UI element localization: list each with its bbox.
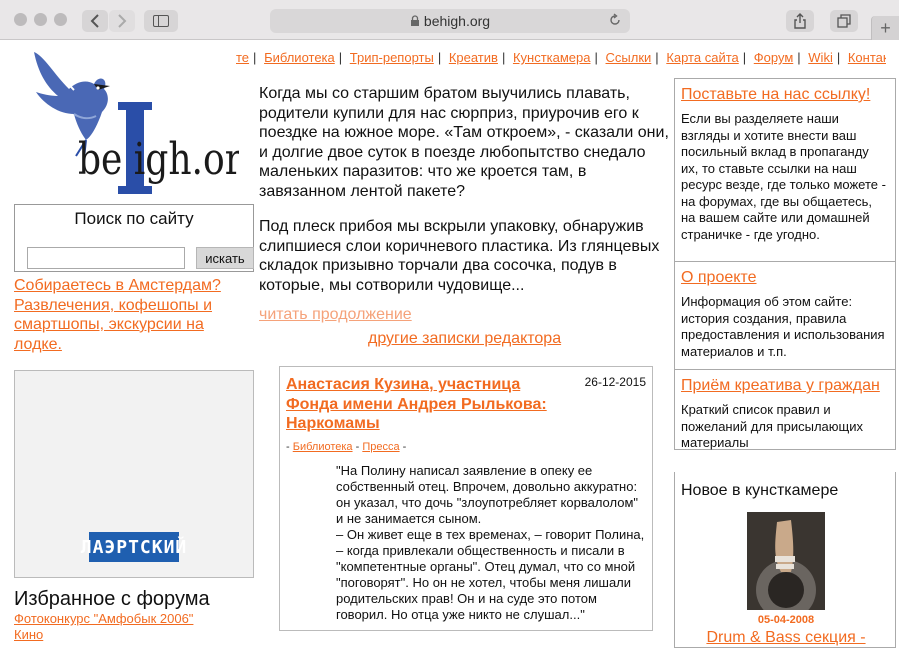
bird-logo-icon: be igh.org — [34, 52, 265, 194]
zoom-window-button[interactable] — [54, 13, 67, 26]
search-button[interactable]: искать — [196, 247, 254, 269]
reload-icon[interactable] — [608, 13, 622, 27]
site-logo[interactable]: be igh.org — [14, 44, 265, 199]
plus-icon: + — [880, 17, 891, 38]
article-tags: - Библиотека - Пресса - — [286, 441, 406, 453]
nav-link-links[interactable]: Ссылки — [606, 50, 652, 65]
creative-box: Приём креатива у граждан Краткий список … — [674, 370, 896, 450]
other-notes-link[interactable]: другие записки редактора — [368, 330, 561, 348]
about-box: О проекте Информация об этом сайте: исто… — [674, 262, 896, 370]
close-window-button[interactable] — [14, 13, 27, 26]
top-navigation: те | Библиотека | Трип-репорты | Креатив | К… — [236, 50, 886, 65]
favorite-link-photocontest[interactable]: Фотоконкурс "Амфобык 2006" — [14, 611, 193, 626]
link-to-us-box: Поставьте на нас ссылку! Если вы разделя… — [674, 78, 896, 262]
nav-link-forum[interactable]: Форум — [754, 50, 794, 65]
favorite-link-kino[interactable]: Кино — [14, 627, 43, 642]
laertsky-banner[interactable]: ЛАЭРТСКИЙ — [81, 532, 186, 562]
kunstkamera-thumbnail[interactable] — [747, 512, 825, 610]
share-icon — [794, 13, 806, 29]
svg-text:igh.org: igh.org — [134, 135, 239, 185]
kunstkamera-title: Новое в кунсткамере — [681, 482, 839, 499]
tabs-overview-button[interactable] — [830, 10, 858, 32]
back-button[interactable] — [82, 10, 108, 32]
chevron-right-icon — [118, 14, 127, 28]
nav-link-trip-reports[interactable]: Трип-репорты — [350, 50, 434, 65]
creative-text: Краткий список правил и пожеланий для пр… — [681, 402, 863, 450]
article-quote: "На Полину написал заявление в опеку ее … — [336, 463, 645, 622]
right-sidebar: Поставьте на нас ссылку! Если вы разделя… — [674, 78, 896, 450]
lock-icon — [410, 15, 419, 26]
editor-note: Когда мы со старшим братом выучились пла… — [259, 84, 674, 295]
minimize-window-button[interactable] — [34, 13, 47, 26]
about-text: Информация об этом сайте: история создан… — [681, 294, 885, 359]
article-title-link[interactable]: Анастасия Кузина, участница Фонда имени … — [286, 375, 576, 434]
about-title[interactable]: О проекте — [681, 269, 756, 286]
url-text: behigh.org — [423, 13, 491, 29]
tag-suffix: - — [399, 441, 407, 453]
link-to-us-title[interactable]: Поставьте на нас ссылку! — [681, 86, 870, 103]
chevron-left-icon — [90, 14, 99, 28]
favorites-title: Избранное с форума — [14, 588, 210, 610]
kunstkamera-link[interactable]: Drum & Bass секция - — [675, 629, 897, 647]
article-date: 26-12-2015 — [584, 375, 646, 389]
share-button[interactable] — [786, 10, 814, 32]
tag-library-link[interactable]: Библиотека — [293, 441, 353, 453]
nav-link-creative[interactable]: Креатив — [449, 50, 498, 65]
site-search: Поиск по сайту искать — [14, 204, 254, 272]
tabs-icon — [837, 14, 851, 28]
sidebar-icon — [153, 15, 169, 27]
nav-link-sitemap[interactable]: Карта сайта — [666, 50, 738, 65]
kunstkamera-date: 05-04-2008 — [757, 614, 815, 626]
nav-link-wiki[interactable]: Wiki — [808, 50, 833, 65]
nav-link-kunstkamera[interactable]: Кунсткамера — [513, 50, 591, 65]
creative-title[interactable]: Приём креатива у граждан — [681, 377, 880, 394]
browser-toolbar: behigh.org + — [0, 0, 899, 40]
logo-text: be — [78, 135, 122, 185]
tag-press-link[interactable]: Пресса — [362, 441, 399, 453]
search-title: Поиск по сайту — [74, 209, 194, 228]
nav-link-partial[interactable]: те — [236, 50, 249, 65]
nav-link-contact[interactable]: Контакт — [848, 50, 886, 65]
sidebar-button[interactable] — [144, 10, 178, 32]
new-tab-button[interactable]: + — [871, 16, 899, 40]
nav-link-library[interactable]: Библиотека — [264, 50, 335, 65]
address-bar[interactable]: behigh.org — [270, 9, 630, 33]
search-input[interactable] — [27, 247, 185, 269]
tag-separator: - — [352, 441, 363, 453]
editor-note-paragraph-2: Под плеск прибоя мы вскрыли упаковку, об… — [259, 218, 660, 294]
read-more-link[interactable]: читать продолжение — [259, 306, 412, 324]
kunstkamera-box: Новое в кунсткамере 05-04-2008 Drum & Ba… — [674, 472, 896, 648]
article-card: Анастасия Кузина, участница Фонда имени … — [279, 366, 653, 631]
forward-button[interactable] — [109, 10, 135, 32]
tag-prefix: - — [286, 441, 293, 453]
editor-note-paragraph-1: Когда мы со старшим братом выучились пла… — [259, 85, 669, 200]
headphones-photo-icon — [747, 512, 825, 610]
amsterdam-link[interactable]: Собираетесь в Амстердам? Развлечения, ко… — [14, 276, 239, 354]
link-to-us-text: Если вы разделяете наши взгляды и хотите… — [681, 111, 886, 242]
